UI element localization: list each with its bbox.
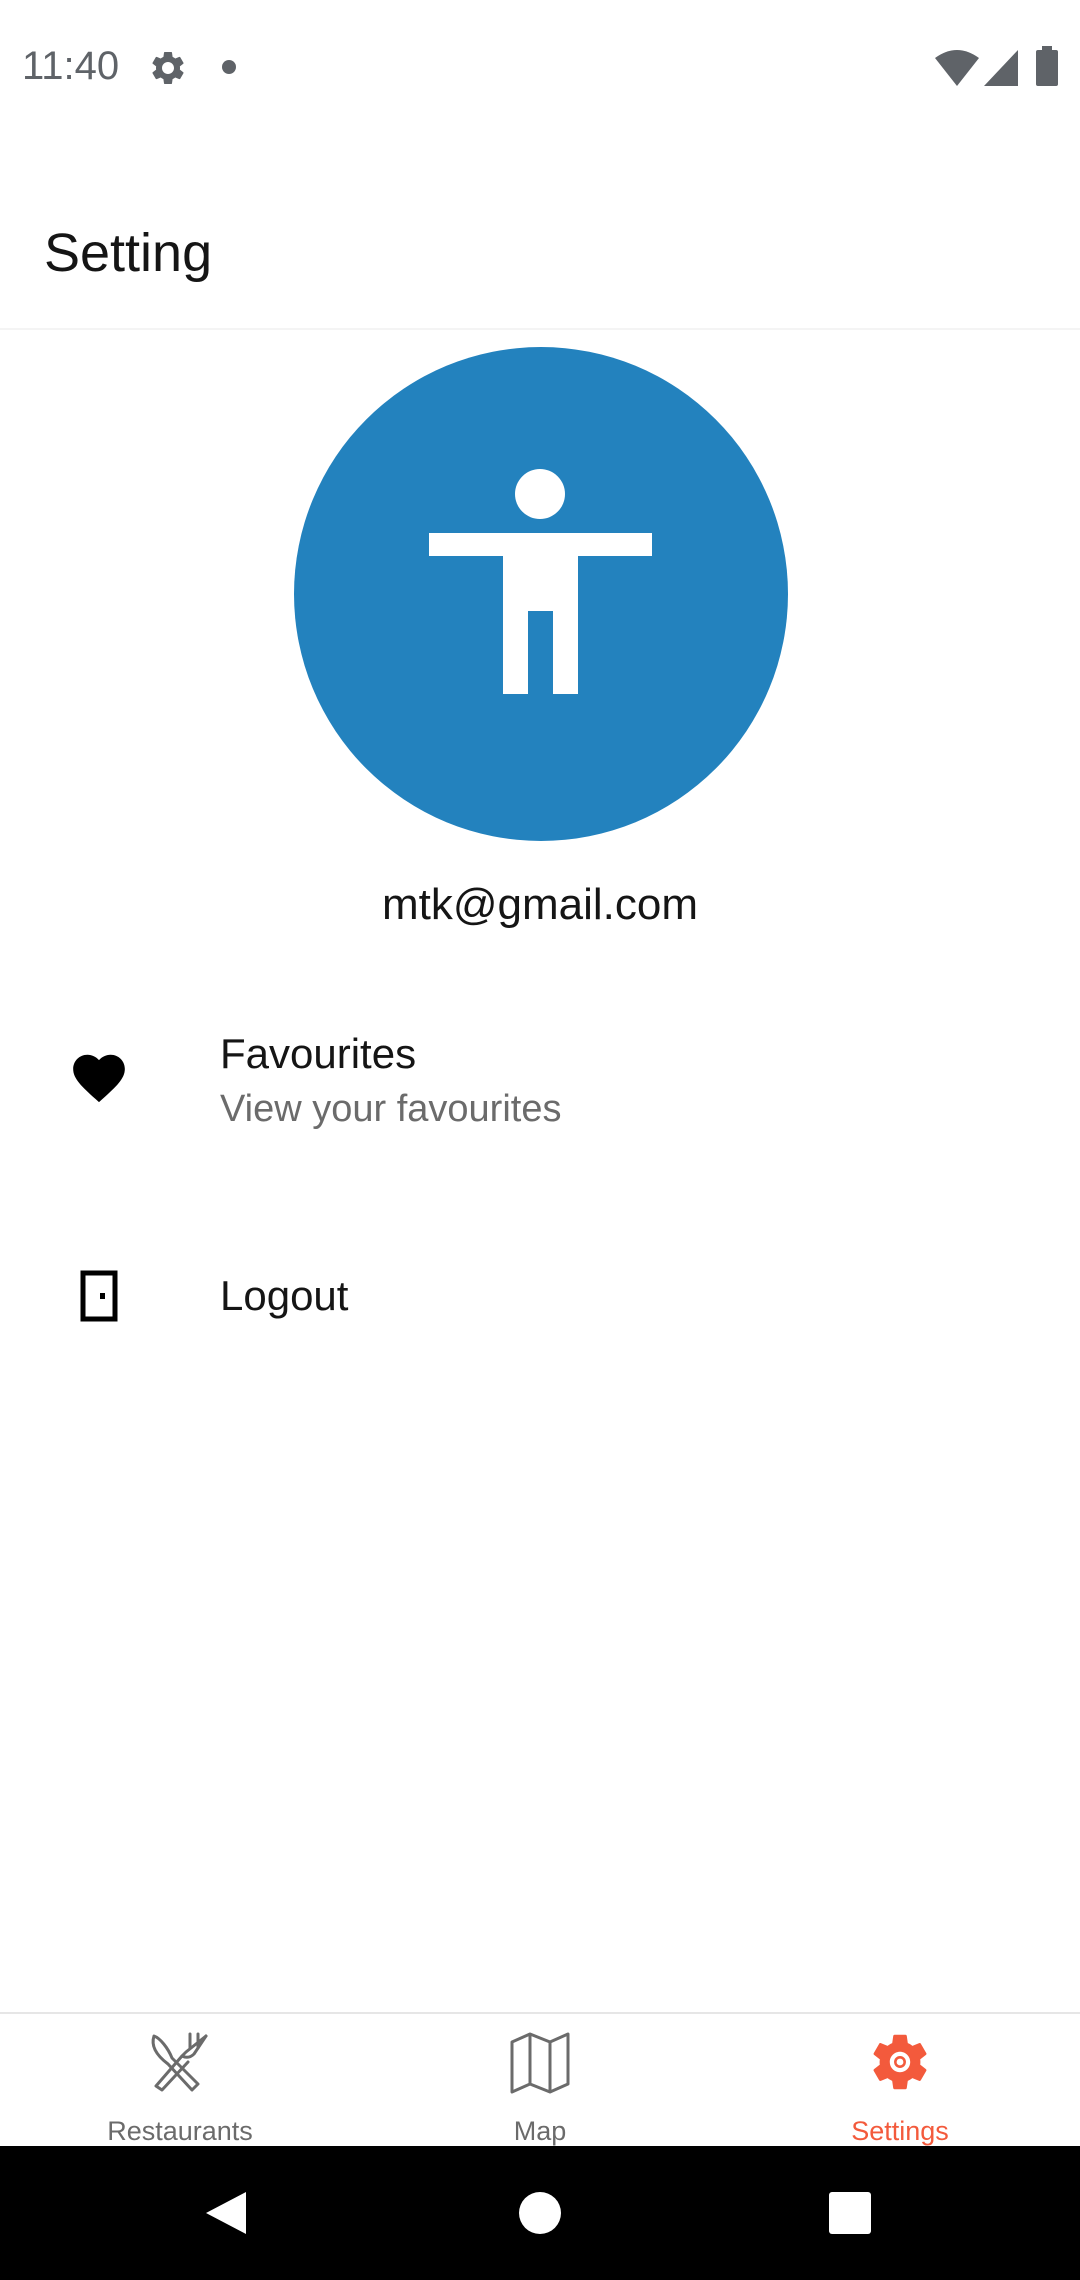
app-bar: Setting bbox=[0, 130, 1080, 328]
logout-title: Logout bbox=[220, 1272, 349, 1319]
logout-item[interactable]: Logout bbox=[0, 1220, 1080, 1380]
status-bar: 11:40 bbox=[0, 0, 1080, 130]
nav-item-restaurants[interactable]: Restaurants bbox=[0, 2014, 360, 2148]
profile-email: mtk@gmail.com bbox=[381, 880, 699, 929]
settings-gear-icon bbox=[873, 2034, 927, 2090]
recents-icon[interactable] bbox=[825, 2188, 875, 2238]
favourites-title: Favourites bbox=[220, 1030, 417, 1077]
heart-icon bbox=[73, 1054, 125, 1103]
gear-icon bbox=[152, 51, 184, 84]
nav-item-settings[interactable]: Settings bbox=[720, 2014, 1080, 2148]
accessibility-person-icon bbox=[429, 469, 652, 694]
bottom-navigation: Restaurants Map Settings bbox=[0, 2012, 1080, 2148]
nav-label-restaurants: Restaurants bbox=[107, 2116, 253, 2146]
header-divider bbox=[0, 328, 1080, 330]
door-icon bbox=[80, 1270, 118, 1322]
home-icon[interactable] bbox=[515, 2188, 565, 2238]
wifi-icon bbox=[935, 50, 979, 86]
fork-knife-icon bbox=[151, 2032, 208, 2092]
favourites-item[interactable]: Favourites View your favourites bbox=[0, 1000, 1080, 1170]
signal-icon bbox=[984, 50, 1018, 86]
status-time: 11:40 bbox=[22, 44, 120, 88]
page-title: Setting bbox=[44, 223, 213, 283]
nav-label-map: Map bbox=[513, 2116, 567, 2146]
notification-dot-icon bbox=[222, 60, 236, 74]
nav-label-settings: Settings bbox=[851, 2116, 949, 2146]
system-navigation-bar bbox=[0, 2146, 1080, 2280]
battery-icon bbox=[1036, 46, 1058, 86]
nav-item-map[interactable]: Map bbox=[360, 2014, 720, 2148]
back-icon[interactable] bbox=[200, 2188, 250, 2238]
favourites-subtitle: View your favourites bbox=[220, 1088, 562, 1130]
map-icon bbox=[510, 2032, 570, 2094]
avatar bbox=[294, 347, 788, 841]
